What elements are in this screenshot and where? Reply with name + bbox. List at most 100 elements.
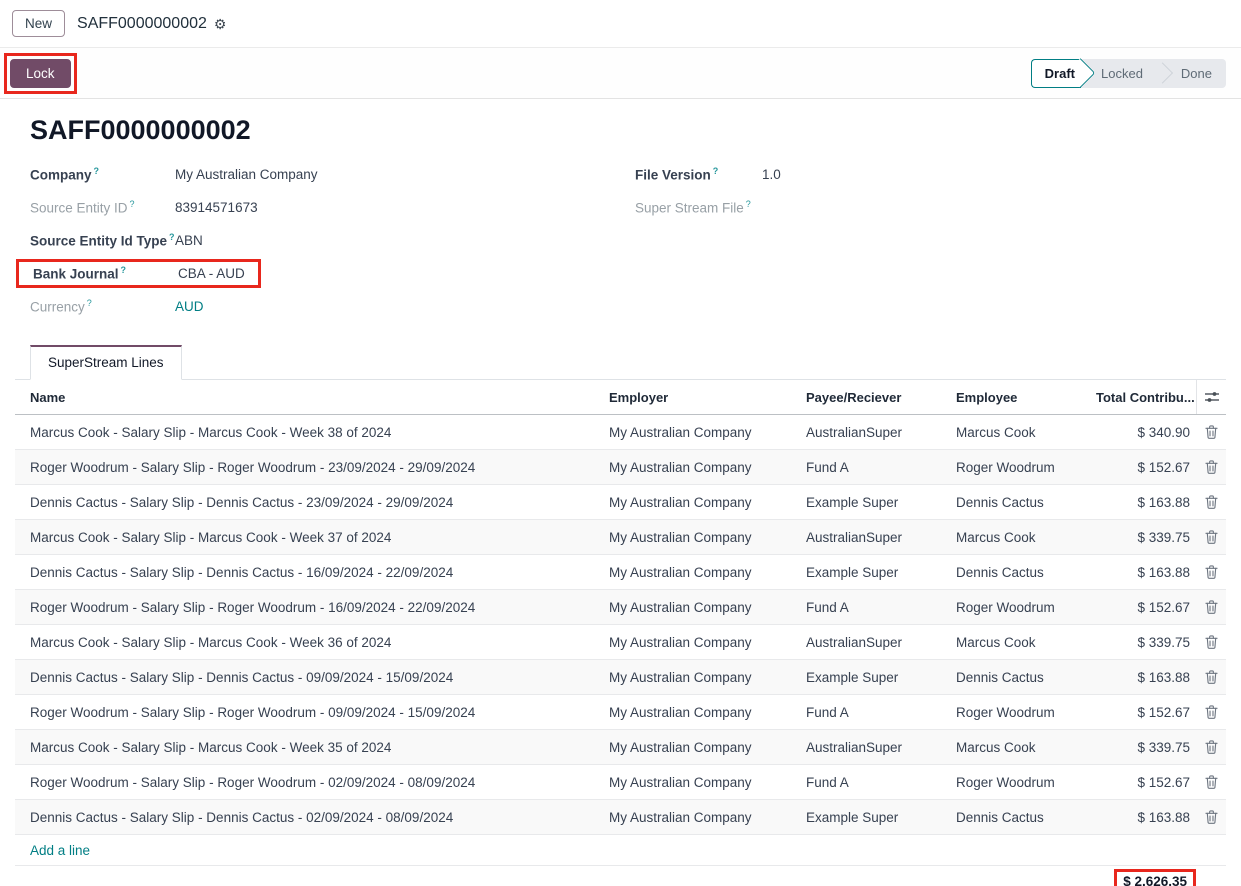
cell-name: Dennis Cactus - Salary Slip - Dennis Cac… — [15, 810, 609, 825]
field-label-currency: Currency? — [30, 298, 175, 315]
gear-icon[interactable]: ⚙ — [214, 17, 227, 31]
table-row[interactable]: Dennis Cactus - Salary Slip - Dennis Cac… — [15, 660, 1226, 695]
table-row[interactable]: Roger Woodrum - Salary Slip - Roger Wood… — [15, 450, 1226, 485]
delete-row-trash-icon[interactable] — [1203, 773, 1220, 791]
cell-employer: My Australian Company — [609, 425, 806, 440]
lock-button[interactable]: Lock — [10, 59, 71, 88]
stage-done[interactable]: Done — [1167, 59, 1226, 88]
column-header-name[interactable]: Name — [15, 390, 609, 405]
column-header-payee-reciever[interactable]: Payee/Reciever — [806, 390, 956, 405]
notebook-tabs: SuperStream Lines — [15, 345, 1226, 380]
field-value-source-entity-id-type[interactable]: ABN — [175, 233, 203, 248]
field-value-currency[interactable]: AUD — [175, 299, 204, 314]
cell-employer: My Australian Company — [609, 740, 806, 755]
new-button[interactable]: New — [12, 10, 65, 37]
breadcrumb-record-name: SAFF0000000002 — [77, 15, 207, 33]
cell-name: Marcus Cook - Salary Slip - Marcus Cook … — [15, 530, 609, 545]
stage-draft[interactable]: Draft — [1031, 59, 1081, 88]
help-icon: ? — [169, 232, 175, 242]
cell-name: Dennis Cactus - Salary Slip - Dennis Cac… — [15, 495, 609, 510]
cell-name: Roger Woodrum - Salary Slip - Roger Wood… — [15, 775, 609, 790]
delete-row-trash-icon[interactable] — [1203, 528, 1220, 546]
stage-locked-label: Locked — [1101, 66, 1143, 81]
field-grid: Company? My Australian Company Source En… — [15, 158, 1226, 323]
delete-row-trash-icon[interactable] — [1203, 633, 1220, 651]
cell-total-contribution: $ 152.67 — [1096, 460, 1196, 475]
cell-name: Dennis Cactus - Salary Slip - Dennis Cac… — [15, 670, 609, 685]
field-label-super-stream-file: Super Stream File? — [635, 199, 762, 216]
cell-total-contribution: $ 163.88 — [1096, 495, 1196, 510]
table-row[interactable]: Roger Woodrum - Salary Slip - Roger Wood… — [15, 590, 1226, 625]
cell-payee-reciever: Example Super — [806, 670, 956, 685]
cell-employee: Marcus Cook — [956, 740, 1096, 755]
field-currency: Currency? AUD — [30, 290, 635, 323]
stage-done-label: Done — [1181, 66, 1212, 81]
cell-name: Marcus Cook - Salary Slip - Marcus Cook … — [15, 635, 609, 650]
cell-employer: My Australian Company — [609, 775, 806, 790]
page-title: SAFF0000000002 — [15, 115, 1226, 146]
delete-row-trash-icon[interactable] — [1203, 808, 1220, 826]
cell-payee-reciever: Fund A — [806, 460, 956, 475]
delete-row-trash-icon[interactable] — [1203, 458, 1220, 476]
cell-employer: My Australian Company — [609, 495, 806, 510]
add-a-line-link[interactable]: Add a line — [30, 843, 90, 858]
table-row[interactable]: Roger Woodrum - Salary Slip - Roger Wood… — [15, 765, 1226, 800]
delete-row-trash-icon[interactable] — [1203, 563, 1220, 581]
cell-total-contribution: $ 152.67 — [1096, 600, 1196, 615]
cell-name: Roger Woodrum - Salary Slip - Roger Wood… — [15, 460, 609, 475]
add-line-row: Add a line — [15, 835, 1226, 866]
field-label-file-version: File Version? — [635, 166, 762, 183]
cell-employee: Marcus Cook — [956, 635, 1096, 650]
cell-employee: Marcus Cook — [956, 425, 1096, 440]
field-value-file-version[interactable]: 1.0 — [762, 167, 781, 182]
statusbar: Lock Draft Locked Done — [0, 48, 1241, 99]
tab-superstream-lines[interactable]: SuperStream Lines — [30, 345, 182, 380]
annotation-box-bank-journal: Bank Journal? CBA - AUD — [16, 259, 261, 288]
cell-total-contribution: $ 339.75 — [1096, 740, 1196, 755]
table-row[interactable]: Roger Woodrum - Salary Slip - Roger Wood… — [15, 695, 1226, 730]
stage-draft-label: Draft — [1045, 66, 1075, 81]
field-value-company[interactable]: My Australian Company — [175, 167, 318, 182]
delete-row-trash-icon[interactable] — [1203, 668, 1220, 686]
cell-payee-reciever: Example Super — [806, 810, 956, 825]
field-value-source-entity-id: 83914571673 — [175, 200, 258, 215]
table-row[interactable]: Marcus Cook - Salary Slip - Marcus Cook … — [15, 520, 1226, 555]
column-header-employee[interactable]: Employee — [956, 390, 1096, 405]
table-row[interactable]: Marcus Cook - Salary Slip - Marcus Cook … — [15, 415, 1226, 450]
table-row[interactable]: Dennis Cactus - Salary Slip - Dennis Cac… — [15, 555, 1226, 590]
cell-employee: Roger Woodrum — [956, 600, 1096, 615]
column-header-total-contribution[interactable]: Total Contribu... — [1096, 390, 1196, 405]
total-contribution-value: $ 2,626.35 — [1117, 872, 1193, 886]
help-icon: ? — [746, 199, 751, 209]
table-body: Marcus Cook - Salary Slip - Marcus Cook … — [15, 415, 1226, 835]
cell-employer: My Australian Company — [609, 460, 806, 475]
cell-employer: My Australian Company — [609, 635, 806, 650]
cell-employer: My Australian Company — [609, 565, 806, 580]
stage-widget: Draft Locked Done — [1031, 59, 1226, 88]
delete-row-trash-icon[interactable] — [1203, 493, 1220, 511]
field-super-stream-file: Super Stream File? — [635, 191, 1226, 224]
table-row[interactable]: Dennis Cactus - Salary Slip - Dennis Cac… — [15, 800, 1226, 835]
field-value-bank-journal[interactable]: CBA - AUD — [178, 266, 248, 281]
delete-row-trash-icon[interactable] — [1203, 598, 1220, 616]
help-icon: ? — [713, 166, 719, 176]
chevron-right-icon — [1157, 59, 1167, 88]
annotation-box-total: $ 2,626.35 — [1114, 869, 1196, 886]
annotation-box-lock: Lock — [4, 53, 77, 94]
table-row[interactable]: Marcus Cook - Salary Slip - Marcus Cook … — [15, 730, 1226, 765]
table-row[interactable]: Marcus Cook - Salary Slip - Marcus Cook … — [15, 625, 1226, 660]
delete-row-trash-icon[interactable] — [1203, 703, 1220, 721]
table-row[interactable]: Dennis Cactus - Salary Slip - Dennis Cac… — [15, 485, 1226, 520]
help-icon: ? — [87, 298, 92, 308]
cell-employer: My Australian Company — [609, 810, 806, 825]
field-source-entity-id-type: Source Entity Id Type? ABN — [30, 224, 635, 257]
optional-columns-icon[interactable] — [1196, 380, 1226, 414]
delete-row-trash-icon[interactable] — [1203, 738, 1220, 756]
cell-employee: Marcus Cook — [956, 530, 1096, 545]
delete-row-trash-icon[interactable] — [1203, 423, 1220, 441]
help-icon: ? — [130, 199, 135, 209]
cell-employee: Roger Woodrum — [956, 705, 1096, 720]
cell-payee-reciever: AustralianSuper — [806, 530, 956, 545]
field-file-version: File Version? 1.0 — [635, 158, 1226, 191]
column-header-employer[interactable]: Employer — [609, 390, 806, 405]
